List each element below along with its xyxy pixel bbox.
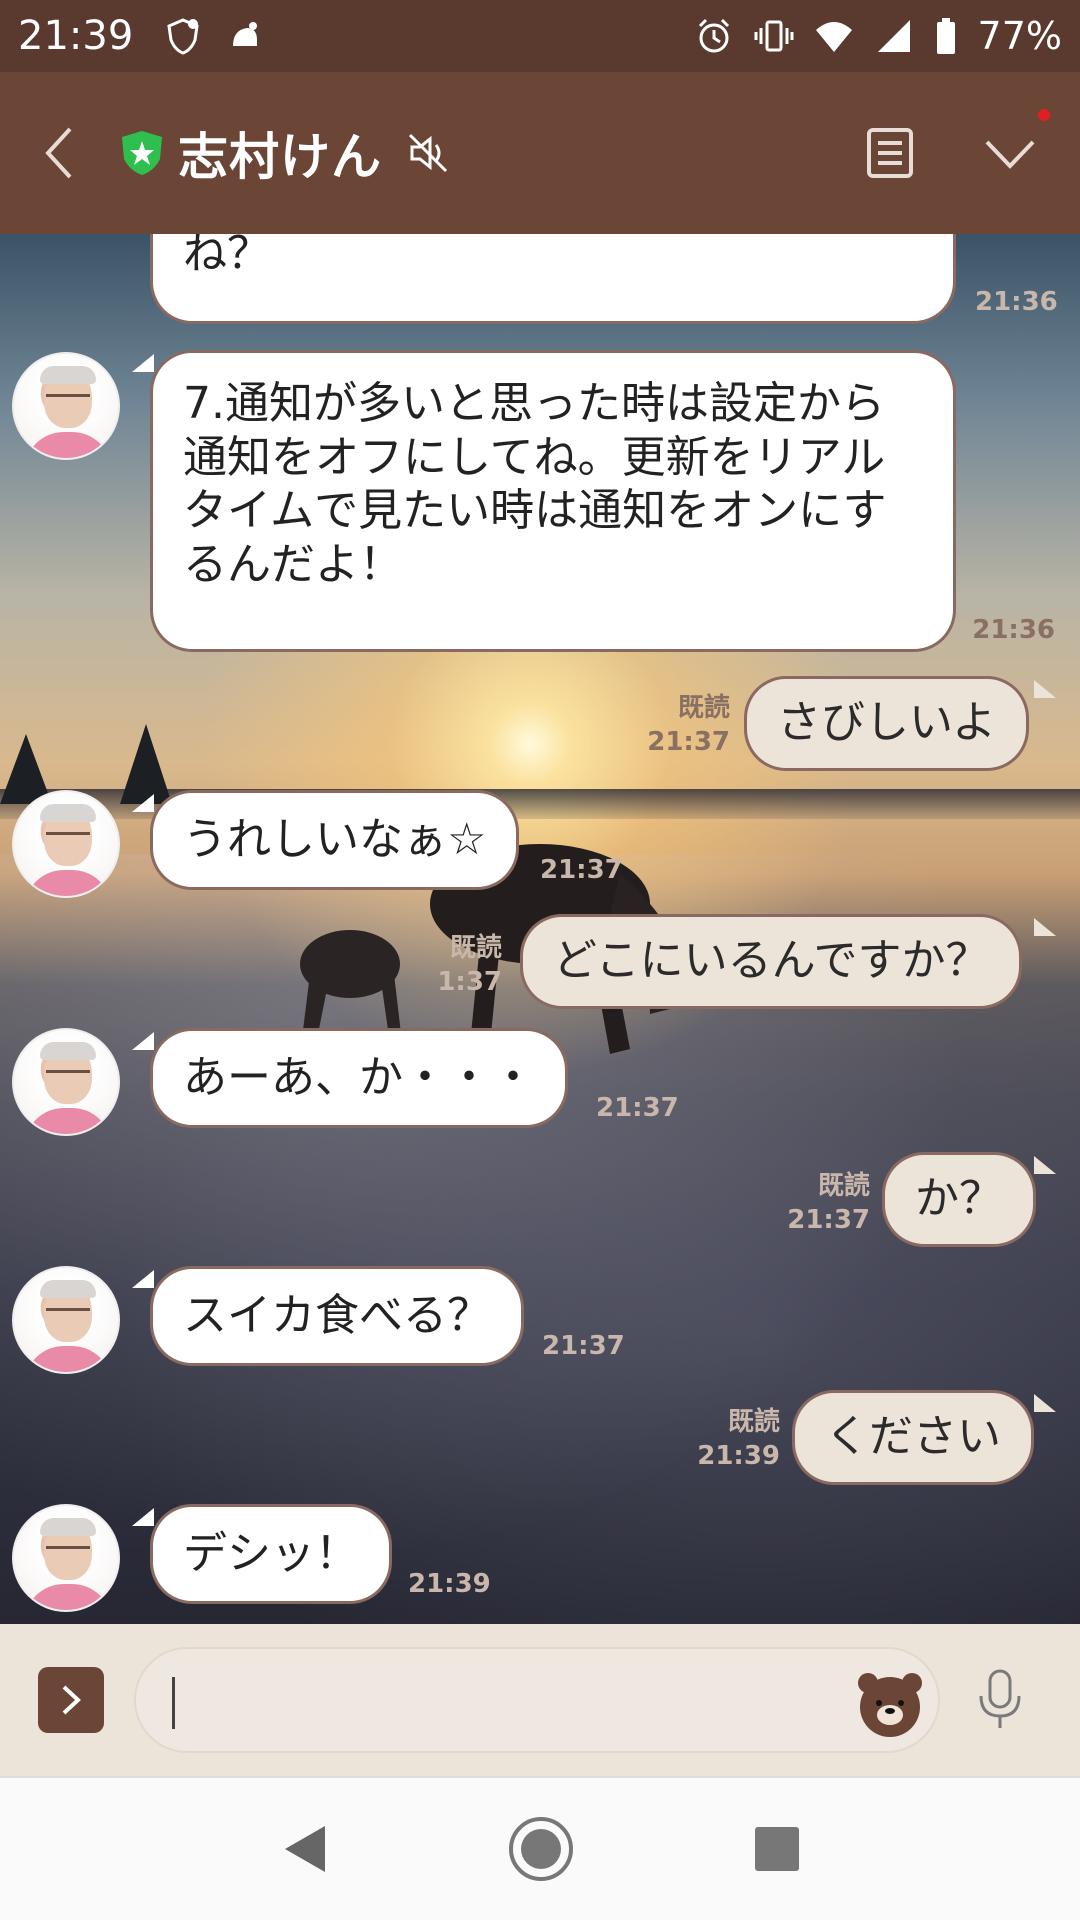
message-time: 21:36: [972, 615, 1055, 645]
text-caret: [172, 1677, 175, 1729]
message-bubble-incoming[interactable]: デシッ！: [150, 1504, 392, 1604]
background-tree: [120, 724, 172, 804]
message-text: 7.通知が多いと思った時は設定から通知をオフにしてね。更新をリアルタイムで見たい…: [183, 378, 887, 591]
message-text: どこにいるんですか？: [553, 935, 990, 986]
message-bubble-incoming[interactable]: スイカ食べる？: [150, 1266, 524, 1366]
chat-area[interactable]: ね？ 21:36 7.通知が多いと思った時は設定から通知をオフにしてね。更新をリ…: [0, 234, 1080, 1624]
chat-header: 志村けん: [0, 72, 1080, 234]
vibrate-icon: [754, 20, 794, 52]
message-text: さびしいよ: [777, 697, 997, 748]
bubble-tail: [132, 1032, 154, 1050]
message-text: ください: [825, 1411, 1001, 1462]
system-nav-bar: [0, 1776, 1080, 1920]
expand-button[interactable]: [980, 109, 1050, 183]
bubble-tail: [1034, 1156, 1056, 1174]
read-label: 既読: [727, 1407, 780, 1437]
message-bubble-outgoing[interactable]: さびしいよ: [744, 676, 1030, 771]
message-bubble-incoming[interactable]: ね？: [150, 234, 956, 324]
message-bubble-incoming[interactable]: 7.通知が多いと思った時は設定から通知をオフにしてね。更新をリアルタイムで見たい…: [150, 350, 956, 652]
status-time: 21:39: [18, 13, 134, 59]
bubble-tail: [132, 794, 154, 812]
bubble-tail: [132, 354, 154, 372]
message-time: 21:37: [596, 1093, 679, 1123]
nav-home-icon[interactable]: [507, 1815, 575, 1883]
expand-menu-button[interactable]: [38, 1667, 104, 1733]
chat-title: 志村けん: [178, 128, 382, 186]
wifi-icon: [815, 22, 852, 52]
message-text: うれしいなぁ☆: [183, 814, 487, 865]
bubble-tail: [1034, 1394, 1056, 1412]
message-bubble-outgoing[interactable]: どこにいるんですか？: [520, 914, 1023, 1009]
avatar[interactable]: [12, 790, 120, 898]
battery-icon: [936, 18, 955, 54]
chevron-right-icon: [62, 1685, 81, 1715]
read-receipt: 既読 21:37: [640, 692, 730, 760]
menu-button[interactable]: [860, 123, 920, 183]
read-label: 既読: [677, 693, 730, 723]
nav-back-icon[interactable]: [279, 1822, 329, 1876]
message-time: 21:39: [408, 1569, 491, 1599]
bubble-tail: [1034, 918, 1056, 936]
bear-sticker-icon[interactable]: [854, 1667, 926, 1739]
message-time: 21:37: [542, 1331, 625, 1361]
chevron-left-icon: [45, 127, 72, 179]
shield-star-icon: [122, 131, 162, 175]
vpn-shield-icon: [167, 18, 199, 55]
message-time: 21:37: [540, 855, 623, 885]
message-bubble-outgoing[interactable]: ください: [792, 1390, 1034, 1485]
message-text: あーあ、か・・・: [183, 1052, 535, 1103]
notification-app-icon: [233, 22, 258, 46]
microphone-button[interactable]: [970, 1660, 1030, 1740]
bubble-tail: [132, 1508, 154, 1526]
message-bubble-outgoing[interactable]: か？: [882, 1152, 1036, 1247]
avatar[interactable]: [12, 1266, 120, 1374]
nav-recents-icon[interactable]: [753, 1825, 801, 1873]
battery-percent: 77%: [977, 14, 1062, 58]
message-text: スイカ食べる？: [183, 1290, 491, 1341]
notification-dot: [1038, 109, 1050, 121]
avatar[interactable]: [12, 1028, 120, 1136]
message-time: 21:39: [697, 1440, 780, 1471]
message-time: 21:37: [787, 1204, 870, 1235]
read-label: 既読: [817, 1171, 870, 1201]
chevron-down-icon: [985, 140, 1035, 169]
bubble-tail: [1034, 680, 1056, 698]
message-time: 21:37: [647, 726, 730, 757]
bubble-tail: [132, 1270, 154, 1288]
cell-signal-icon: [877, 20, 910, 52]
read-receipt: 既読 21:39: [690, 1406, 780, 1474]
avatar[interactable]: [12, 352, 120, 460]
microphone-icon: [979, 1669, 1021, 1728]
read-receipt: 既読 21:37: [780, 1170, 870, 1238]
chat-title-group[interactable]: 志村けん: [120, 117, 450, 189]
mute-icon: [408, 133, 448, 173]
read-receipt: 既読 1:37: [420, 932, 502, 1000]
message-time: 21:36: [975, 287, 1058, 317]
avatar[interactable]: [12, 1504, 120, 1612]
read-label: 既読: [449, 933, 502, 963]
message-input[interactable]: [134, 1647, 940, 1753]
menu-list-icon: [867, 128, 913, 178]
status-bar: 21:39 77%: [0, 0, 1080, 72]
message-bubble-incoming[interactable]: あーあ、か・・・: [150, 1028, 568, 1128]
message-bubble-incoming[interactable]: うれしいなぁ☆: [150, 790, 520, 890]
message-time: 1:37: [437, 966, 502, 997]
back-button[interactable]: [0, 72, 120, 234]
input-bar: [0, 1624, 1080, 1776]
message-text: デシッ！: [183, 1528, 359, 1579]
message-text: か？: [915, 1173, 1003, 1224]
message-text: ね？: [183, 234, 271, 279]
alarm-icon: [698, 18, 729, 53]
